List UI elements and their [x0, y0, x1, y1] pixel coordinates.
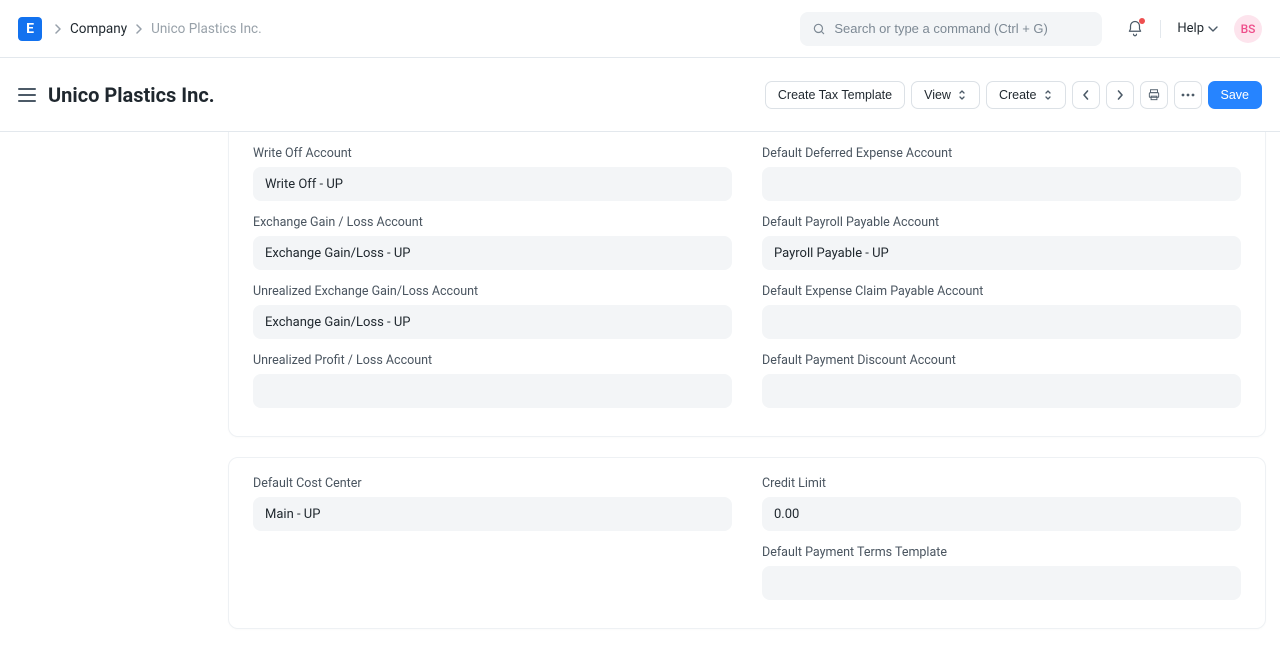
unrealized-exchange-gain-loss-field[interactable]: Exchange Gain/Loss - UP — [253, 305, 732, 339]
accounts-section: Write Off Account Write Off - UP Exchang… — [228, 132, 1266, 437]
button-label: Save — [1221, 88, 1250, 102]
search-input[interactable] — [834, 21, 1090, 36]
search-bar[interactable] — [800, 12, 1102, 46]
field-label: Unrealized Exchange Gain/Loss Account — [253, 284, 732, 299]
select-icon — [957, 89, 967, 101]
page-header: Unico Plastics Inc. Create Tax Template … — [0, 58, 1280, 132]
sidebar-toggle[interactable] — [18, 88, 36, 102]
button-label: Create — [999, 88, 1037, 102]
field-label: Exchange Gain / Loss Account — [253, 215, 732, 230]
chevron-right-icon — [54, 24, 62, 34]
chevron-down-icon — [1208, 24, 1218, 34]
field-label: Write Off Account — [253, 146, 732, 161]
default-payment-discount-field[interactable] — [762, 374, 1241, 408]
field-value: Main - UP — [265, 507, 320, 522]
divider — [1160, 20, 1161, 38]
default-cost-center-field[interactable]: Main - UP — [253, 497, 732, 531]
next-button[interactable] — [1106, 81, 1134, 109]
printer-icon — [1147, 88, 1161, 102]
more-horizontal-icon — [1181, 93, 1195, 97]
chevron-left-icon — [1081, 89, 1091, 101]
view-button[interactable]: View — [911, 81, 980, 109]
avatar-initials: BS — [1241, 22, 1256, 36]
app-logo[interactable]: E — [18, 17, 42, 41]
unrealized-profit-loss-field[interactable] — [253, 374, 732, 408]
field-label: Default Deferred Expense Account — [762, 146, 1241, 161]
select-icon — [1043, 89, 1053, 101]
page-title: Unico Plastics Inc. — [48, 83, 215, 107]
notification-dot-icon — [1139, 18, 1145, 24]
field-value: Exchange Gain/Loss - UP — [265, 315, 410, 330]
field-label: Credit Limit — [762, 476, 1241, 491]
button-label: Create Tax Template — [778, 88, 892, 102]
field-value: Exchange Gain/Loss - UP — [265, 246, 410, 261]
create-button[interactable]: Create — [986, 81, 1066, 109]
more-button[interactable] — [1174, 81, 1202, 109]
field-label: Unrealized Profit / Loss Account — [253, 353, 732, 368]
breadcrumb-current: Unico Plastics Inc. — [151, 21, 262, 37]
button-label: View — [924, 88, 951, 102]
create-tax-template-button[interactable]: Create Tax Template — [765, 81, 905, 109]
exchange-gain-loss-field[interactable]: Exchange Gain/Loss - UP — [253, 236, 732, 270]
field-value: Payroll Payable - UP — [774, 246, 889, 261]
workspace: Write Off Account Write Off - UP Exchang… — [0, 132, 1280, 658]
help-menu[interactable]: Help — [1177, 21, 1218, 36]
field-label: Default Payment Discount Account — [762, 353, 1241, 368]
field-label: Default Payroll Payable Account — [762, 215, 1241, 230]
field-label: Default Payment Terms Template — [762, 545, 1241, 560]
avatar[interactable]: BS — [1234, 15, 1262, 43]
write-off-account-field[interactable]: Write Off - UP — [253, 167, 732, 201]
breadcrumb: Company Unico Plastics Inc. — [54, 21, 262, 37]
chevron-right-icon — [135, 24, 143, 34]
field-value: 0.00 — [774, 507, 799, 522]
field-label: Default Expense Claim Payable Account — [762, 284, 1241, 299]
prev-button[interactable] — [1072, 81, 1100, 109]
save-button[interactable]: Save — [1208, 81, 1263, 109]
field-label: Default Cost Center — [253, 476, 732, 491]
print-button[interactable] — [1140, 81, 1168, 109]
cost-credit-section: Default Cost Center Main - UP Credit Lim… — [228, 457, 1266, 629]
default-deferred-expense-field[interactable] — [762, 167, 1241, 201]
default-expense-claim-payable-field[interactable] — [762, 305, 1241, 339]
search-icon — [812, 22, 826, 36]
help-label: Help — [1177, 21, 1204, 36]
breadcrumb-company[interactable]: Company — [70, 21, 127, 37]
chevron-right-icon — [1115, 89, 1125, 101]
field-value: Write Off - UP — [265, 177, 343, 192]
credit-limit-field[interactable]: 0.00 — [762, 497, 1241, 531]
default-payment-terms-field[interactable] — [762, 566, 1241, 600]
default-payroll-payable-field[interactable]: Payroll Payable - UP — [762, 236, 1241, 270]
top-navbar: E Company Unico Plastics Inc. Help BS — [0, 0, 1280, 58]
notifications-button[interactable] — [1126, 20, 1144, 38]
